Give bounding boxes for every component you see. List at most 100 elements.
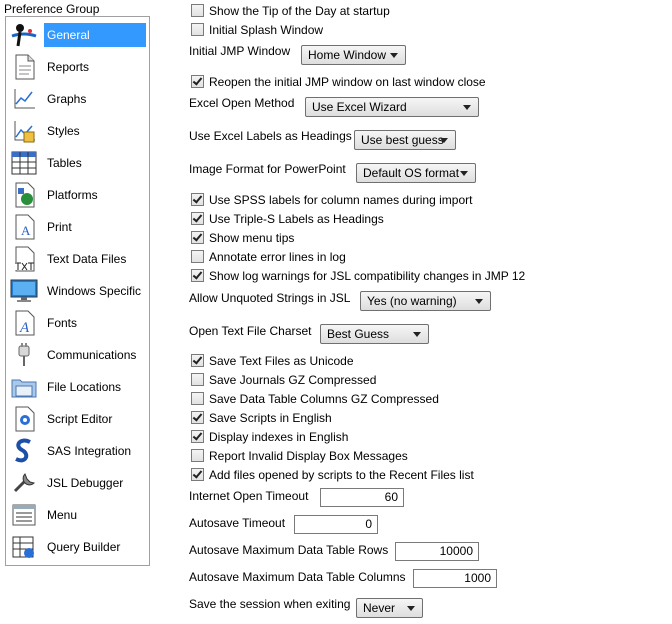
log-warnings-label: Show log warnings for JSL compatibility …	[209, 268, 526, 283]
sidebar-item-windows-specific[interactable]: Windows Specific	[6, 275, 149, 307]
chevron-down-icon	[463, 105, 471, 110]
tip-of-day-option[interactable]: Show the Tip of the Day at startup	[191, 2, 390, 19]
triple-s-checkbox[interactable]	[191, 212, 204, 225]
annotate-label: Annotate error lines in log	[209, 249, 346, 264]
charset-value: Best Guess	[327, 327, 390, 341]
recent-files-checkbox[interactable]	[191, 468, 204, 481]
unicode-option[interactable]: Save Text Files as Unicode	[191, 352, 354, 369]
annotate-checkbox[interactable]	[191, 250, 204, 263]
sidebar-item-query-builder[interactable]: Query Builder	[6, 531, 149, 563]
initial-window-dropdown[interactable]: Home Window	[301, 45, 406, 65]
sidebar-item-script-editor[interactable]: Script Editor	[6, 403, 149, 435]
spss-option[interactable]: Use SPSS labels for column names during …	[191, 191, 472, 208]
log-warnings-checkbox[interactable]	[191, 269, 204, 282]
journals-gz-label: Save Journals GZ Compressed	[209, 372, 377, 387]
image-format-dropdown[interactable]: Default OS format	[356, 163, 476, 183]
autosave-cols-label: Autosave Maximum Data Table Columns	[189, 570, 406, 584]
autosave-rows-field[interactable]: 10000	[395, 542, 479, 561]
annotate-option[interactable]: Annotate error lines in log	[191, 248, 346, 265]
tables-icon	[11, 151, 37, 175]
reopen-checkbox[interactable]	[191, 75, 204, 88]
sidebar-item-label: Query Builder	[47, 540, 121, 554]
sidebar-item-styles[interactable]: Styles	[6, 115, 149, 147]
autosave-timeout-field[interactable]: 0	[294, 515, 378, 534]
journals-gz-checkbox[interactable]	[191, 373, 204, 386]
svg-text:A: A	[19, 320, 30, 336]
save-session-value: Never	[363, 601, 396, 615]
reopen-option[interactable]: Reopen the initial JMP window on last wi…	[191, 73, 486, 90]
unquoted-dropdown[interactable]: Yes (no warning)	[360, 291, 491, 311]
menu-icon	[12, 504, 36, 526]
sidebar-item-label: Fonts	[47, 316, 78, 330]
image-format-label: Image Format for PowerPoint	[189, 162, 346, 176]
sidebar-item-label: Text Data Files	[47, 252, 127, 266]
sidebar-item-reports[interactable]: Reports	[6, 51, 149, 83]
sidebar-item-menu[interactable]: Menu	[6, 499, 149, 531]
platforms-icon	[15, 182, 35, 208]
chevron-down-icon	[390, 53, 398, 58]
sidebar-item-label: File Locations	[47, 380, 122, 394]
sidebar-item-label: Print	[47, 220, 72, 234]
recent-files-option[interactable]: Add files opened by scripts to the Recen…	[191, 466, 474, 483]
indexes-english-checkbox[interactable]	[191, 430, 204, 443]
spss-checkbox[interactable]	[191, 193, 204, 206]
triple-s-option[interactable]: Use Triple-S Labels as Headings	[191, 210, 384, 227]
chevron-down-icon	[475, 299, 483, 304]
initial-window-label: Initial JMP Window	[189, 44, 291, 58]
splash-checkbox[interactable]	[191, 23, 204, 36]
text-data-files-icon	[14, 246, 35, 272]
charset-label: Open Text File Charset	[189, 324, 312, 338]
menu-tips-option[interactable]: Show menu tips	[191, 229, 294, 246]
sidebar-item-communications[interactable]: Communications	[6, 339, 149, 371]
log-warnings-option[interactable]: Show log warnings for JSL compatibility …	[191, 267, 525, 284]
unicode-checkbox[interactable]	[191, 354, 204, 367]
sidebar-item-label: Reports	[47, 60, 90, 74]
charset-dropdown[interactable]: Best Guess	[320, 324, 429, 344]
unquoted-value: Yes (no warning)	[367, 294, 457, 308]
indexes-english-option[interactable]: Display indexes in English	[191, 428, 348, 445]
triple-s-label: Use Triple-S Labels as Headings	[209, 211, 384, 226]
file-locations-icon	[11, 379, 37, 398]
tip-of-day-checkbox[interactable]	[191, 4, 204, 17]
splash-option[interactable]: Initial Splash Window	[191, 21, 323, 38]
scripts-english-checkbox[interactable]	[191, 411, 204, 424]
sas-integration-icon	[15, 438, 31, 463]
sidebar-item-general[interactable]: General	[6, 19, 149, 51]
svg-text:A: A	[21, 223, 31, 238]
excel-method-value: Use Excel Wizard	[312, 100, 407, 114]
columns-gz-option[interactable]: Save Data Table Columns GZ Compressed	[191, 390, 439, 407]
scripts-english-label: Save Scripts in English	[209, 410, 332, 425]
autosave-rows-label: Autosave Maximum Data Table Rows	[189, 543, 389, 557]
chevron-down-icon	[407, 606, 415, 611]
save-session-dropdown[interactable]: Never	[356, 598, 423, 618]
sidebar-item-sas-integration[interactable]: SAS Integration	[6, 435, 149, 467]
sidebar-item-jsl-debugger[interactable]: JSL Debugger	[6, 467, 149, 499]
internet-timeout-field[interactable]: 60	[320, 488, 404, 507]
scripts-english-option[interactable]: Save Scripts in English	[191, 409, 332, 426]
sidebar-item-file-locations[interactable]: File Locations	[6, 371, 149, 403]
excel-labels-dropdown[interactable]: Use best guess	[354, 130, 456, 150]
journals-gz-option[interactable]: Save Journals GZ Compressed	[191, 371, 376, 388]
chevron-down-icon	[460, 171, 468, 176]
styles-icon	[14, 121, 35, 143]
sidebar-item-text-data-files[interactable]: Text Data Files	[6, 243, 149, 275]
columns-gz-label: Save Data Table Columns GZ Compressed	[209, 391, 439, 406]
spss-label: Use SPSS labels for column names during …	[209, 192, 473, 207]
sidebar-item-platforms[interactable]: Platforms	[6, 179, 149, 211]
sidebar-item-graphs[interactable]: Graphs	[6, 83, 149, 115]
columns-gz-checkbox[interactable]	[191, 392, 204, 405]
sidebar-item-fonts[interactable]: A Fonts	[6, 307, 149, 339]
menu-tips-checkbox[interactable]	[191, 231, 204, 244]
autosave-timeout-label: Autosave Timeout	[189, 516, 286, 530]
reports-icon	[15, 54, 35, 80]
invalid-display-option[interactable]: Report Invalid Display Box Messages	[191, 447, 408, 464]
windows-specific-icon	[10, 279, 38, 302]
sidebar-item-label: Communications	[47, 348, 137, 362]
autosave-cols-field[interactable]: 1000	[413, 569, 497, 588]
preference-group-list[interactable]: General Reports Graphs Styles Tables Pla…	[5, 16, 150, 566]
sidebar-item-tables[interactable]: Tables	[6, 147, 149, 179]
excel-method-dropdown[interactable]: Use Excel Wizard	[305, 97, 479, 117]
sidebar-item-print[interactable]: A Print	[6, 211, 149, 243]
jsl-debugger-icon	[13, 473, 35, 493]
invalid-display-checkbox[interactable]	[191, 449, 204, 462]
